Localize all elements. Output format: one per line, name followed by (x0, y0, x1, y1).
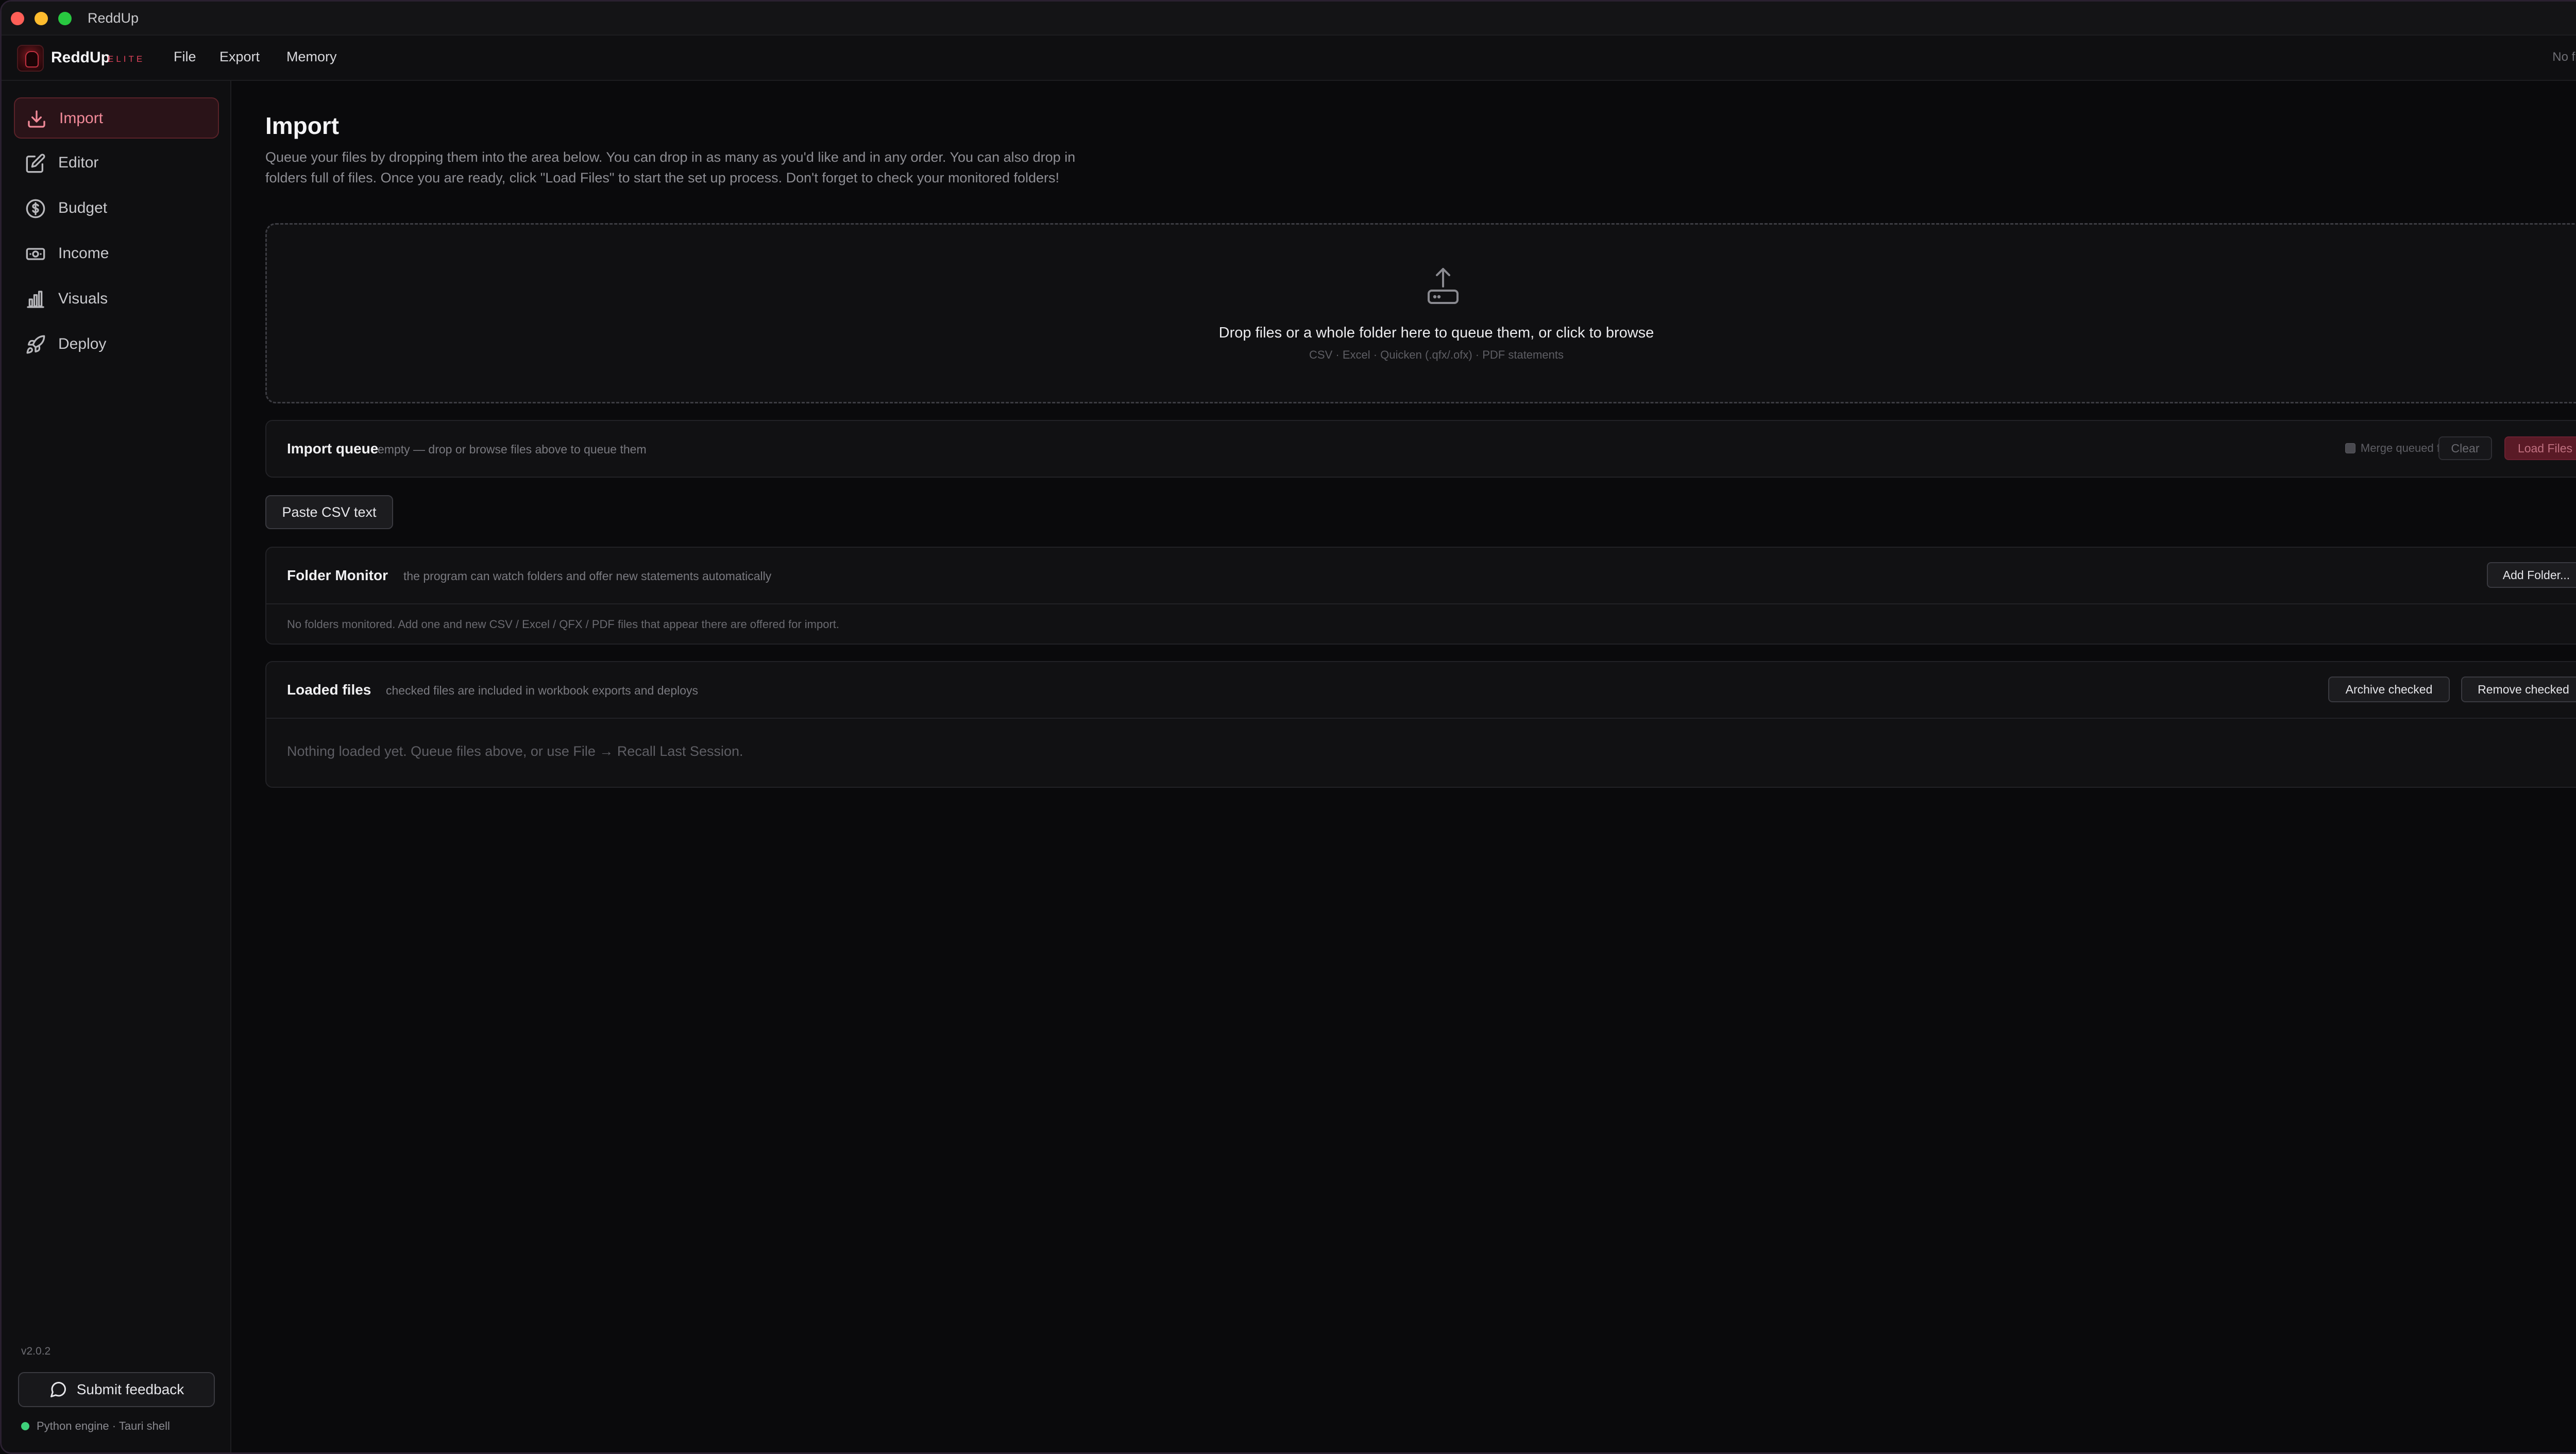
sidebar-item-visuals[interactable]: Visuals (14, 279, 219, 320)
sidebar: Import Editor Budget Income Visuals Depl… (2, 81, 231, 1452)
app-logo-icon (17, 45, 44, 72)
sidebar-item-label: Visuals (58, 290, 108, 307)
sidebar-item-label: Editor (58, 154, 99, 171)
sidebar-item-deploy[interactable]: Deploy (14, 324, 219, 365)
app-window: ReddUp ReddUp ELITE File Export Memory N… (0, 0, 2576, 1454)
page-description: Queue your files by dropping them into t… (265, 149, 1076, 185)
folder-monitor-empty-text: No folders monitored. Add one and new CS… (287, 618, 840, 631)
bar-chart-icon (27, 291, 44, 308)
divider (266, 603, 2576, 604)
close-window-button[interactable] (11, 12, 24, 25)
loaded-files-panel: Loaded files checked files are included … (265, 661, 2576, 788)
version-label: v2.0.2 (21, 1345, 51, 1357)
folder-monitor-subtitle: the program can watch folders and offer … (403, 569, 772, 583)
rocket-icon (26, 335, 45, 354)
submit-feedback-label: Submit feedback (76, 1381, 184, 1397)
sidebar-item-label: Income (58, 245, 109, 262)
window-title: ReddUp (88, 10, 139, 26)
menu-bar: ReddUp ELITE File Export Memory No file … (2, 36, 2576, 81)
divider (266, 718, 2576, 719)
sidebar-item-budget[interactable]: Budget (14, 188, 219, 229)
page-title: Import (265, 112, 340, 139)
loaded-files-subtitle: checked files are included in workbook e… (386, 684, 699, 697)
loaded-files-title: Loaded files (287, 682, 371, 698)
title-bar: ReddUp (2, 2, 2576, 36)
sidebar-item-income[interactable]: Income (14, 233, 219, 275)
menu-memory[interactable]: Memory (286, 49, 337, 65)
sidebar-item-import[interactable]: Import (14, 97, 219, 139)
download-icon (28, 110, 45, 128)
sidebar-item-label: Budget (58, 199, 108, 216)
loaded-files-empty-text: Nothing loaded yet. Queue files above, o… (287, 743, 743, 759)
folder-monitor-title: Folder Monitor (287, 567, 388, 583)
menu-export[interactable]: Export (219, 49, 260, 65)
submit-feedback-button[interactable]: Submit feedback (18, 1372, 215, 1407)
load-files-button[interactable]: Load Files (2504, 436, 2576, 460)
remove-checked-button[interactable]: Remove checked (2461, 677, 2576, 702)
app-edition: ELITE (108, 54, 145, 64)
clear-queue-button[interactable]: Clear (2438, 436, 2492, 460)
folder-monitor-panel: Folder Monitor the program can watch fol… (265, 547, 2576, 645)
app-name: ReddUp (51, 49, 110, 66)
sidebar-item-label: Import (59, 110, 104, 127)
dollar-icon (26, 199, 45, 218)
sidebar-item-label: Deploy (58, 335, 107, 352)
message-icon (50, 1381, 66, 1397)
engine-status-label: Python engine · Tauri shell (37, 1419, 170, 1432)
edit-icon (26, 154, 45, 173)
paste-csv-button[interactable]: Paste CSV text (265, 495, 393, 529)
cash-icon (26, 248, 45, 260)
maximize-window-button[interactable] (58, 12, 72, 25)
engine-status: Python engine · Tauri shell (21, 1419, 170, 1433)
archive-checked-button[interactable]: Archive checked (2328, 677, 2450, 702)
file-dropzone[interactable]: Drop files or a whole folder here to que… (265, 223, 2576, 403)
import-queue-subtitle: empty — drop or browse files above to qu… (378, 443, 647, 456)
import-queue-title: Import queue (287, 441, 379, 457)
dropzone-title: Drop files or a whole folder here to que… (1218, 325, 1654, 341)
merge-checkbox[interactable] (2345, 443, 2355, 453)
dropzone-formats: CSV · Excel · Quicken (.qfx/.ofx) · PDF … (1309, 348, 1564, 361)
import-queue-panel: Import queue empty — drop or browse file… (265, 420, 2576, 478)
file-status: No file loaded (2552, 50, 2576, 64)
menu-file[interactable]: File (174, 49, 196, 65)
status-dot-icon (21, 1422, 29, 1430)
upload-tray-icon (1428, 268, 1459, 304)
minimize-window-button[interactable] (35, 12, 48, 25)
main-content: Import Queue your files by dropping them… (231, 81, 2576, 1452)
sidebar-item-editor[interactable]: Editor (14, 143, 219, 184)
add-folder-button[interactable]: Add Folder... (2487, 562, 2576, 588)
